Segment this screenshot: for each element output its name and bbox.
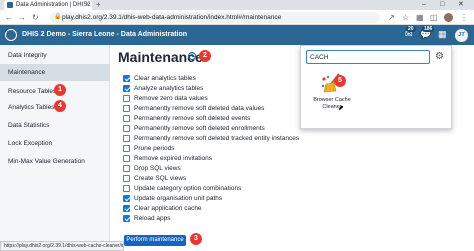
mouse-cursor-icon: ⬈ (338, 105, 344, 112)
maximize-icon[interactable]: □ (440, 0, 444, 10)
option-label: Clear application cache (134, 205, 202, 212)
address-url: play.dhis2.org/2.39.1/dhis-web-data-admi… (62, 14, 282, 21)
option-checkbox[interactable] (123, 205, 130, 212)
sidebar-item-data-integrity[interactable]: Data Integrity (0, 47, 110, 64)
option-label: Permanently remove soft deleted enrollme… (134, 125, 265, 132)
interpretations-count-badge: 186 (422, 26, 435, 32)
option-label: Prune periods (134, 145, 175, 152)
sidepanel-icon[interactable]: ◫ (430, 12, 438, 23)
step-marker-4: 4 (54, 100, 66, 112)
option-checkbox[interactable] (123, 195, 130, 202)
apps-grid-icon[interactable]: ▦ (438, 28, 447, 40)
gear-icon[interactable]: ⚙ (435, 51, 444, 63)
back-icon[interactable]: ← (5, 12, 13, 23)
option-label: Remove expired invitations (134, 155, 213, 162)
option-checkbox[interactable] (123, 165, 130, 172)
option-checkbox[interactable] (123, 85, 130, 92)
extensions-icon[interactable]: ▦ (416, 12, 424, 23)
option-checkbox[interactable] (123, 145, 130, 152)
dhis2-header: DHIS 2 Demo - Sierra Leone - Data Admini… (0, 25, 474, 45)
dhis2-favicon-icon (7, 2, 13, 8)
option-checkbox[interactable] (123, 135, 130, 142)
option-checkbox[interactable] (123, 115, 130, 122)
browser-menu-icon[interactable]: ⋮ (460, 12, 468, 23)
step-marker-2: 2 (199, 50, 211, 62)
sidebar-item-min-max[interactable]: Min-Max Value Generation (0, 153, 110, 170)
option-checkbox[interactable] (123, 175, 130, 182)
option-label: Drop SQL views (134, 165, 181, 172)
option-label: Reload apps (134, 215, 171, 222)
step-marker-1: 1 (54, 84, 66, 96)
sidebar: Data Integrity Maintenance Resource Tabl… (0, 45, 110, 241)
new-tab-button[interactable]: + (96, 0, 101, 10)
app-result-browser-cache-cleaner[interactable]: Browser Cache Cleaner (309, 72, 355, 128)
option-label: Remove zero data values (134, 95, 208, 102)
minimize-icon[interactable]: – (422, 0, 426, 10)
option-label: Update category option combinations (134, 185, 242, 192)
option-label: Create SQL views (134, 175, 187, 182)
option-checkbox[interactable] (123, 125, 130, 132)
app-result-name: Browser Cache Cleaner (313, 97, 351, 110)
dhis2-logo-icon[interactable] (5, 29, 17, 41)
option-label: Analyze analytics tables (134, 85, 204, 92)
option-checkbox[interactable] (123, 185, 130, 192)
help-icon[interactable]: ? (188, 52, 196, 60)
sidebar-item-data-statistics[interactable]: Data Statistics (0, 117, 110, 134)
app-search-input[interactable] (306, 50, 430, 64)
profile-avatar-icon[interactable] (444, 13, 453, 22)
option-checkbox[interactable] (123, 105, 130, 112)
sidebar-item-maintenance[interactable]: Maintenance (0, 64, 110, 81)
tab-close-icon[interactable]: × (85, 0, 89, 10)
option-label: Permanently remove soft deleted tracked … (134, 135, 300, 142)
option-checkbox[interactable] (123, 95, 130, 102)
bookmark-star-icon[interactable]: ☆ (402, 12, 409, 23)
browser-tab-title: Data Administration | DHIS2 (16, 2, 91, 8)
perform-maintenance-button[interactable]: Perform maintenance (124, 235, 186, 246)
browser-toolbar: ← → ↻ 🔒 play.dhis2.org/2.39.1/dhis-web-d… (0, 10, 474, 25)
messages-count-badge: 20 (406, 26, 416, 32)
step-marker-3: 3 (190, 233, 202, 245)
browser-status-bar: https://play.dhis2.org/2.39.1/dhis-web-c… (0, 241, 124, 251)
option-checkbox[interactable] (123, 155, 130, 162)
option-checkbox[interactable] (123, 215, 130, 222)
option-label: Permanently remove soft deleted data val… (134, 105, 265, 112)
reload-icon[interactable]: ↻ (32, 12, 39, 23)
browser-tab[interactable]: Data Administration | DHIS2 × (4, 0, 92, 10)
app-search-popup: ⚙ Browser Cache Cleaner (300, 45, 452, 129)
window-close-icon[interactable]: ✕ (458, 0, 464, 10)
step-marker-5: 5 (334, 75, 346, 87)
option-label: Permanently remove soft deleted events (134, 115, 251, 122)
option-label: Clear analytics tables (134, 75, 196, 82)
sidebar-item-lock-exception[interactable]: Lock Exception (0, 135, 110, 152)
option-label: Update organisation unit paths (134, 195, 223, 202)
address-bar[interactable]: 🔒 play.dhis2.org/2.39.1/dhis-web-data-ad… (50, 12, 380, 23)
lock-icon: 🔒 (54, 14, 62, 20)
browser-tab-bar: Data Administration | DHIS2 × + – □ ✕ (0, 0, 474, 10)
user-avatar[interactable]: JT (455, 29, 468, 42)
share-icon[interactable]: ↗ (388, 12, 395, 23)
forward-icon[interactable]: → (18, 12, 26, 23)
option-checkbox[interactable] (123, 75, 130, 82)
header-title: DHIS 2 Demo - Sierra Leone - Data Admini… (22, 31, 188, 38)
